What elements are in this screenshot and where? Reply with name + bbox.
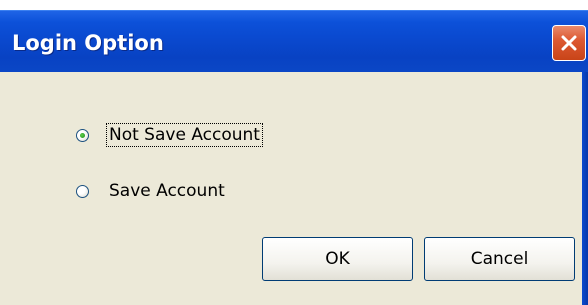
option-save-account[interactable]: Save Account [76,178,227,204]
login-option-dialog: Login Option Not Save Account Save Accou… [0,0,588,305]
ok-button[interactable]: OK [262,237,413,281]
option-label: Save Account [109,181,225,201]
cancel-button[interactable]: Cancel [424,237,575,281]
radio-save-account[interactable] [76,184,89,198]
close-button[interactable] [552,25,586,61]
dialog-title: Login Option [12,31,164,55]
close-icon [561,35,577,51]
option-not-save-account[interactable]: Not Save Account [76,122,263,148]
window-border [582,72,588,305]
option-label: Not Save Account [106,123,263,147]
title-bar[interactable]: Login Option [0,10,588,73]
radio-not-save-account[interactable] [76,128,89,142]
